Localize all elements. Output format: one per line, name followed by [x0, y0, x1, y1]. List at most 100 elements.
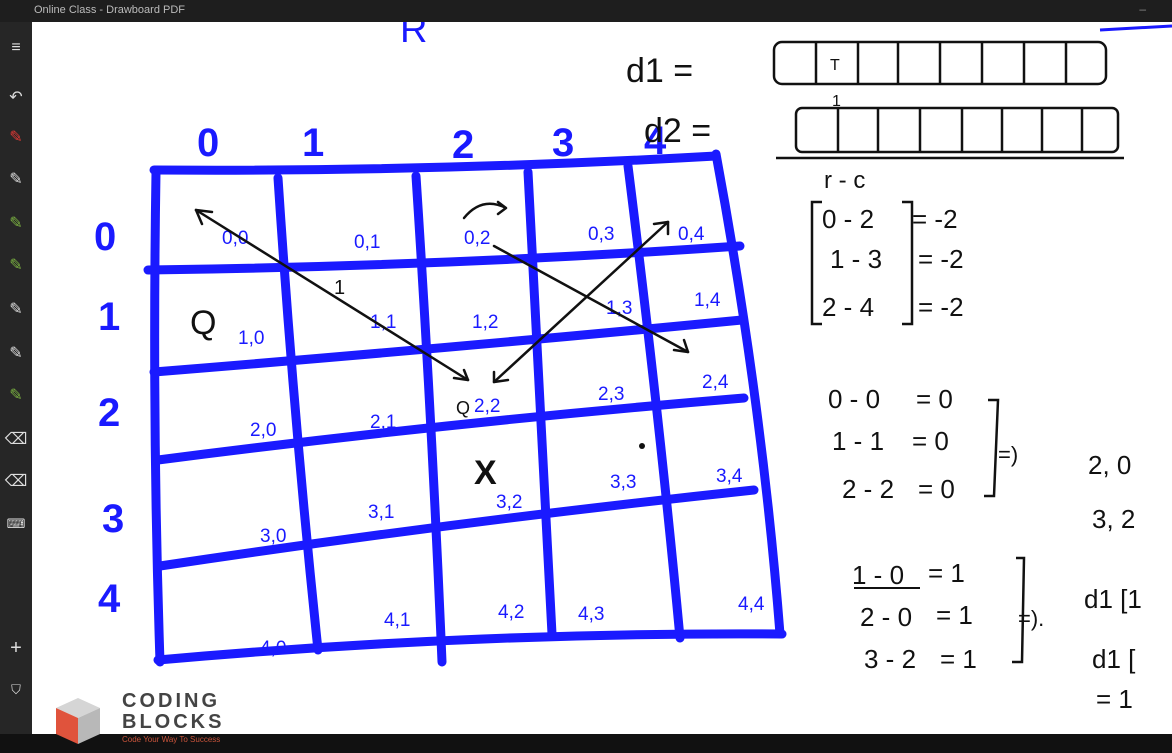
grid-line-h	[143, 241, 745, 275]
equation-rhs: = 1	[936, 600, 973, 630]
cell-label: 1,4	[694, 290, 721, 311]
equation-lhs: 2 - 2	[842, 474, 894, 504]
grid-line-h	[153, 629, 787, 665]
cell-label: 2,3	[598, 384, 624, 405]
pen-icon[interactable]: ✎	[4, 126, 28, 150]
grid-line-v	[273, 173, 323, 655]
rc-equations: 0 - 2 = -2 1 - 3 = -2 2 - 4 = -2	[822, 204, 964, 322]
menu-icon[interactable]: ≡	[4, 36, 28, 60]
undo-icon[interactable]: ↶	[4, 86, 28, 110]
ones-equations: 1 - 0 = 1 2 - 0 = 1 3 - 2 = 1	[852, 558, 977, 674]
rc-header: r - c	[824, 167, 865, 194]
pen-icon[interactable]: ✎	[4, 342, 28, 366]
equation-lhs: 2 - 0	[860, 602, 912, 632]
whiteboard-svg: R 0 1 2 3 4 0 1 2 3 4 0,0 0,1 0,2 0,3 0,…	[94, 22, 1172, 714]
diag-result: 2, 0	[1088, 450, 1131, 480]
minimize-button[interactable]: –	[1139, 2, 1146, 16]
cell-label: 3,0	[260, 526, 286, 547]
col-header: 1	[302, 121, 324, 165]
equation-rhs: = -2	[918, 292, 964, 322]
grid-line-v	[523, 167, 557, 639]
d1-reference: d1 [	[1092, 644, 1136, 674]
equation-rhs: = 1	[928, 558, 965, 588]
cell-label: 3,3	[610, 472, 636, 493]
grid-line-v	[711, 149, 785, 639]
equation-lhs: 2 - 4	[822, 292, 874, 322]
d2-box-mark: 1	[832, 93, 841, 110]
cell-label: 1,0	[238, 328, 264, 349]
col-header: 0	[197, 121, 219, 165]
d2-label: d2 =	[644, 112, 711, 150]
diag-bracket	[984, 398, 1000, 498]
equation-rhs: = 0	[912, 426, 949, 456]
grid-line-v	[150, 167, 165, 667]
cell-label: 0,2	[464, 228, 490, 249]
d1-label: d1 =	[626, 52, 693, 90]
pen-icon[interactable]: ✎	[4, 212, 28, 236]
add-icon[interactable]: +	[4, 636, 28, 660]
cell-label: 3,1	[368, 502, 394, 523]
implies-symbol: =)	[998, 442, 1018, 467]
queen-mark: Q	[456, 398, 470, 418]
keyboard-icon[interactable]: ⌨	[4, 512, 28, 536]
d1-box-mark: T	[830, 57, 840, 74]
cell-label: 4,2	[498, 602, 524, 623]
equation-rhs: = -2	[918, 244, 964, 274]
blocked-mark: X	[474, 454, 497, 492]
cell-label: 2,2	[474, 396, 500, 417]
cell-label: 4,0	[260, 638, 286, 659]
diag-equations: 0 - 0 = 0 1 - 1 = 0 2 - 2 = 0	[828, 384, 955, 504]
cell-label: 1,2	[472, 312, 498, 333]
array-boxes	[772, 40, 1124, 160]
cell-label: 0,0	[222, 228, 248, 249]
pen-icon[interactable]: ✎	[4, 298, 28, 322]
row-headers: 0 1 2 3 4	[94, 215, 124, 621]
row-header: 1	[98, 295, 120, 339]
window-title: Online Class - Drawboard PDF	[34, 4, 185, 16]
equation-lhs: 1 - 3	[830, 244, 882, 274]
logo-text-coding: CODING	[122, 690, 220, 712]
arrow-label: 1	[334, 277, 345, 299]
cell-label: 0,3	[588, 224, 614, 245]
row-header: 3	[102, 497, 124, 541]
equation-rhs: = 0	[916, 384, 953, 414]
eraser-icon[interactable]: ⌫	[4, 470, 28, 494]
top-letter: R	[400, 22, 427, 51]
row-header: 2	[98, 391, 120, 435]
equation-lhs: 0 - 2	[822, 204, 874, 234]
row-header: 4	[98, 577, 121, 621]
cell-label: 0,1	[354, 232, 380, 253]
equation-lhs: 0 - 0	[828, 384, 880, 414]
cell-label: 2,0	[250, 420, 276, 441]
coding-blocks-logo: CODING BLOCKS Code Your Way To Success	[52, 690, 262, 748]
implies-symbol: =).	[1018, 606, 1044, 631]
curved-arrow	[462, 200, 508, 220]
pen-icon[interactable]: ✎	[4, 168, 28, 192]
cell-label: 4,4	[738, 594, 765, 615]
col-header: 3	[552, 121, 574, 165]
drawing-canvas[interactable]: R 0 1 2 3 4 0 1 2 3 4 0,0 0,1 0,2 0,3 0,…	[32, 22, 1172, 734]
equation-rhs: = -2	[912, 204, 958, 234]
equation-lhs: 1 - 1	[832, 426, 884, 456]
eraser-icon[interactable]: ⌫	[4, 428, 28, 452]
trash-icon[interactable]: ⛉	[4, 678, 28, 702]
equation-rhs: = 1	[940, 644, 977, 674]
equation-lhs: 1 - 0	[852, 560, 904, 590]
col-header: 2	[452, 123, 474, 167]
cell-label: 4,3	[578, 604, 604, 625]
d2-array	[794, 106, 1120, 154]
pen-icon[interactable]: ✎	[4, 254, 28, 278]
pen-icon[interactable]: ✎	[4, 384, 28, 408]
queen-mark: Q	[190, 304, 216, 342]
diag-result: 3, 2	[1092, 504, 1135, 534]
d1-reference: = 1	[1096, 684, 1133, 714]
cell-label: 0,4	[678, 224, 705, 245]
logo-text-blocks: BLOCKS	[122, 711, 225, 733]
equation-rhs: = 0	[918, 474, 955, 504]
logo-cube-icon	[56, 698, 100, 744]
cell-label: 3,4	[716, 466, 743, 487]
cell-label: 4,1	[384, 610, 410, 631]
cell-label: 3,2	[496, 492, 522, 513]
left-toolbar: ≡ ↶ ✎ ✎ ✎ ✎ ✎ ✎ ✎ ⌫ ⌫ ⌨ + ⛉	[0, 22, 32, 748]
title-bar: Online Class - Drawboard PDF –	[0, 0, 1172, 22]
